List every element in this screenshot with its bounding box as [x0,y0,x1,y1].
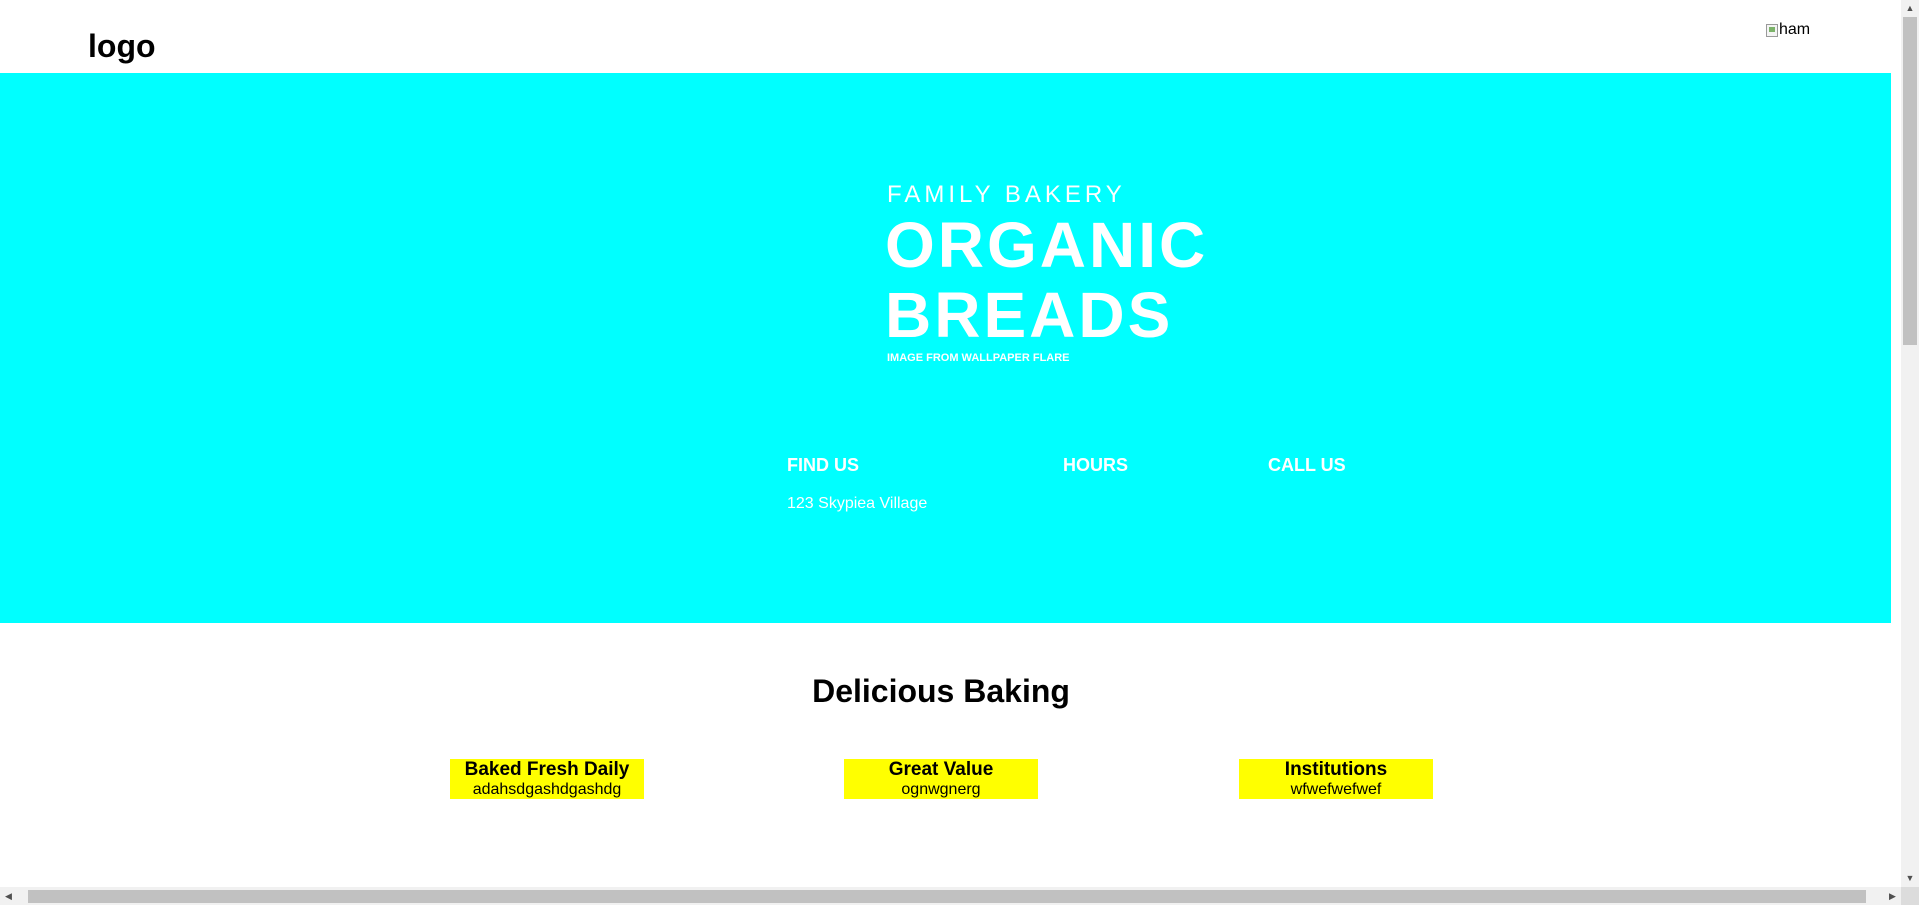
site-header: logo ham [0,0,1891,73]
feature-card-baked-fresh: Baked Fresh Daily adahsdgashdgashdg [450,759,644,799]
feature-card-title: Great Value [888,759,994,780]
scroll-right-arrow-icon[interactable]: ▶ [1884,887,1901,905]
scrollbar-corner [1901,887,1919,905]
horizontal-scrollbar[interactable]: ◀ ▶ [0,887,1901,905]
image-credit: IMAGE FROM WALLPAPER FLARE [887,352,1070,364]
scroll-down-arrow-icon[interactable]: ▼ [1901,870,1919,887]
hero-title-line-2: BREADS [885,279,1174,351]
call-us-heading: CALL US [1268,455,1346,475]
feature-card-text: wfwefwefwef [1290,781,1382,798]
page: logo ham FAMILY BAKERY ORGANIC BREADS IM… [0,0,1891,887]
find-us-address: 123 Skypiea Village [787,495,928,512]
hamburger-alt-text: ham [1779,21,1811,38]
hamburger-menu-button[interactable]: ham [1766,20,1810,40]
feature-card-text: adahsdgashdgashdg [472,781,622,798]
hours-heading: HOURS [1063,455,1129,475]
vertical-scroll-thumb[interactable] [1903,17,1917,345]
find-us-heading: FIND US [787,455,859,475]
scroll-up-arrow-icon[interactable]: ▲ [1901,0,1919,17]
hero-banner: FAMILY BAKERY ORGANIC BREADS IMAGE FROM … [0,73,1891,623]
feature-card-text: ognwgnerg [901,781,981,798]
hero-subtitle: FAMILY BAKERY [887,181,1126,208]
features-title: Delicious Baking [812,673,1070,709]
horizontal-scroll-thumb[interactable] [28,890,1866,903]
feature-card-great-value: Great Value ognwgnerg [844,759,1038,799]
feature-card-title: Institutions [1284,759,1388,780]
browser-viewport: logo ham FAMILY BAKERY ORGANIC BREADS IM… [0,0,1919,905]
vertical-scrollbar[interactable]: ▲ ▼ [1901,0,1919,887]
hero-title-line-1: ORGANIC [885,209,1209,281]
feature-card-title: Baked Fresh Daily [464,759,630,780]
feature-card-institutions: Institutions wfwefwefwef [1239,759,1433,799]
logo[interactable]: logo [88,26,156,66]
broken-image-icon [1766,23,1778,37]
scroll-left-arrow-icon[interactable]: ◀ [0,887,17,905]
hero-title: ORGANIC BREADS [885,210,1208,350]
